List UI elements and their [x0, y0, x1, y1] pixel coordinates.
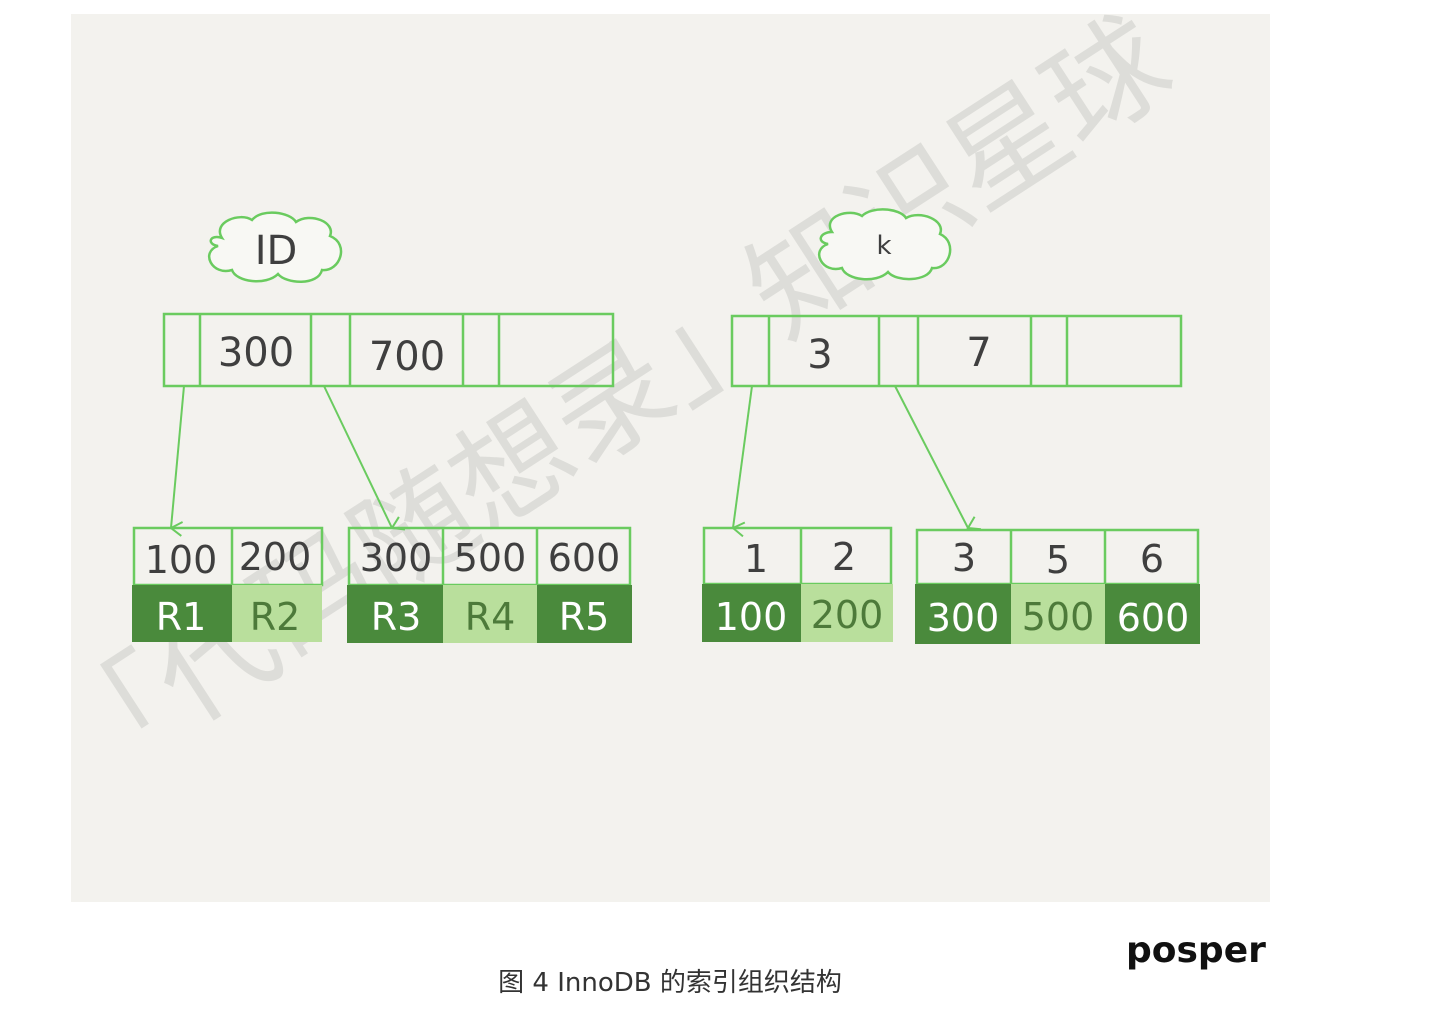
watermark-text: 「代码随想录」知识星球	[30, 0, 1194, 813]
secondary-leaf-key: 3	[952, 536, 976, 580]
secondary-leaf-key: 2	[832, 535, 856, 579]
primary-leaf-page-2: 300 500 600 R3 R4 R5	[347, 526, 632, 643]
primary-leaf-page-1: 100 200 R1 R2	[132, 526, 324, 642]
secondary-leaf-row: 300	[927, 596, 1000, 640]
secondary-leaf-page-2: 3 5 6 300 500 600	[915, 528, 1200, 644]
primary-pointer-arrow-1	[169, 385, 185, 537]
primary-leaf-row: R5	[559, 595, 610, 639]
primary-leaf-key: 300	[360, 536, 433, 580]
primary-index-cloud: ID	[207, 211, 343, 283]
author-signature: posper	[1126, 930, 1266, 971]
primary-root-key-2: 700	[369, 334, 445, 380]
primary-leaf-row: R1	[156, 595, 207, 639]
primary-index-label: ID	[255, 228, 298, 274]
secondary-leaf-row: 200	[811, 593, 884, 637]
secondary-leaf-row: 100	[715, 595, 788, 639]
primary-leaf-key: 500	[454, 536, 527, 580]
primary-leaf-row: R3	[371, 595, 422, 639]
secondary-leaf-row: 500	[1022, 595, 1095, 639]
secondary-root-key-2: 7	[966, 330, 991, 376]
secondary-leaf-key: 5	[1046, 538, 1070, 582]
secondary-leaf-key: 6	[1140, 537, 1164, 581]
secondary-leaf-row: 600	[1117, 596, 1190, 640]
secondary-leaf-page-1: 1 2 100 200	[702, 526, 893, 642]
secondary-root-key-1: 3	[807, 332, 832, 378]
primary-leaf-key: 200	[239, 535, 312, 579]
btree-diagram: 「代码随想录」知识星球 ID 300 700 100 200 R1 R2 300…	[30, 0, 1200, 813]
primary-leaf-key: 600	[548, 536, 621, 580]
secondary-index-cloud: k	[817, 208, 952, 281]
primary-leaf-key: 100	[145, 538, 218, 582]
primary-leaf-row: R4	[465, 595, 516, 639]
primary-leaf-row: R2	[250, 595, 301, 639]
secondary-pointer-arrow-1	[731, 385, 753, 538]
primary-root-key-1: 300	[218, 330, 294, 376]
secondary-index-label: k	[876, 231, 891, 261]
secondary-leaf-key: 1	[744, 537, 768, 581]
secondary-pointer-arrow-2	[894, 385, 982, 531]
